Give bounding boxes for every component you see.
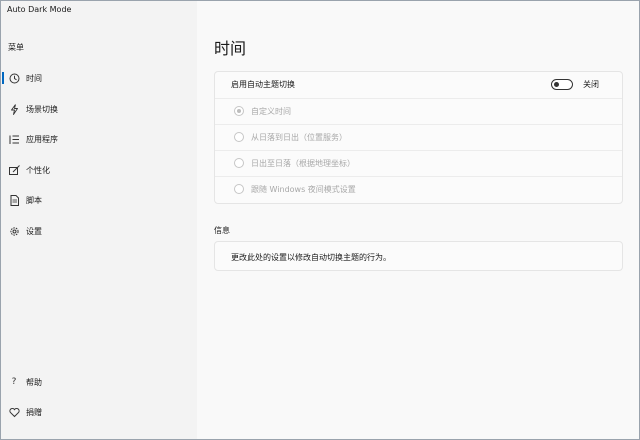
radio-label: 自定义时间 <box>251 107 291 116</box>
main-content: 时间 启用自动主题切换 关闭 自定义时间 从日落到日出（位置服务） 日出至日落（… <box>197 1 639 439</box>
sidebar-item-script[interactable]: 脚本 <box>1 189 197 211</box>
info-card: 更改此处的设置以修改自动切换主题的行为。 <box>214 241 623 271</box>
sidebar-item-apps[interactable]: 应用程序 <box>1 128 197 150</box>
toggle-state-label: 关闭 <box>583 80 599 89</box>
sidebar-item-settings[interactable]: 设置 <box>1 220 197 242</box>
radio-custom-time[interactable]: 自定义时间 <box>215 98 622 124</box>
script-icon <box>8 194 20 206</box>
app-list-icon <box>8 133 20 145</box>
sidebar-item-scene-switch[interactable]: 场景切换 <box>1 98 197 120</box>
toggle-label: 启用自动主题切换 <box>231 80 295 89</box>
radio-sunset-to-sunrise[interactable]: 从日落到日出（位置服务） <box>215 124 622 150</box>
radio-button[interactable] <box>234 184 244 194</box>
window-title: Auto Dark Mode <box>7 5 72 14</box>
app-window: Auto Dark Mode 菜单 时间 场景切换 应用程序 个性化 脚本 设置… <box>0 0 640 440</box>
sidebar-item-label: 场景切换 <box>26 104 58 114</box>
radio-button[interactable] <box>234 132 244 142</box>
sidebar-item-donate[interactable]: 捐赠 <box>1 401 197 423</box>
radio-button[interactable] <box>234 158 244 168</box>
radio-label: 跟随 Windows 夜间模式设置 <box>251 185 356 194</box>
menu-title: 菜单 <box>8 43 24 52</box>
auto-switch-row: 启用自动主题切换 关闭 <box>215 72 622 98</box>
info-header: 信息 <box>214 226 230 235</box>
sidebar-item-label: 捐赠 <box>26 407 42 417</box>
lightning-icon <box>8 103 20 115</box>
gear-icon <box>8 225 20 237</box>
sidebar-item-personalize[interactable]: 个性化 <box>1 159 197 181</box>
radio-button[interactable] <box>234 106 244 116</box>
page-title: 时间 <box>214 39 247 58</box>
sidebar-item-label: 个性化 <box>26 165 50 175</box>
radio-windows-night-light[interactable]: 跟随 Windows 夜间模式设置 <box>215 176 622 202</box>
sidebar-item-time[interactable]: 时间 <box>1 67 197 89</box>
sidebar-item-label: 脚本 <box>26 195 42 205</box>
help-icon: ? <box>11 377 17 387</box>
personalize-icon <box>8 164 20 176</box>
toggle-knob <box>554 82 559 87</box>
sidebar-item-label: 帮助 <box>26 377 42 387</box>
heart-icon <box>8 406 20 418</box>
radio-sunrise-to-sunset[interactable]: 日出至日落（根据地理坐标） <box>215 150 622 176</box>
radio-label: 日出至日落（根据地理坐标） <box>251 159 355 168</box>
info-text: 更改此处的设置以修改自动切换主题的行为。 <box>231 253 391 262</box>
radio-label: 从日落到日出（位置服务） <box>251 133 347 142</box>
sidebar-item-label: 时间 <box>26 73 42 83</box>
clock-icon <box>8 72 20 84</box>
auto-switch-card: 启用自动主题切换 关闭 自定义时间 从日落到日出（位置服务） 日出至日落（根据地… <box>214 71 623 204</box>
auto-switch-toggle[interactable] <box>551 79 573 90</box>
sidebar-item-label: 应用程序 <box>26 134 58 144</box>
sidebar-item-help[interactable]: ? 帮助 <box>1 371 197 393</box>
sidebar: 菜单 时间 场景切换 应用程序 个性化 脚本 设置 ? 帮助 捐赠 <box>1 21 197 439</box>
sidebar-item-label: 设置 <box>26 226 42 236</box>
